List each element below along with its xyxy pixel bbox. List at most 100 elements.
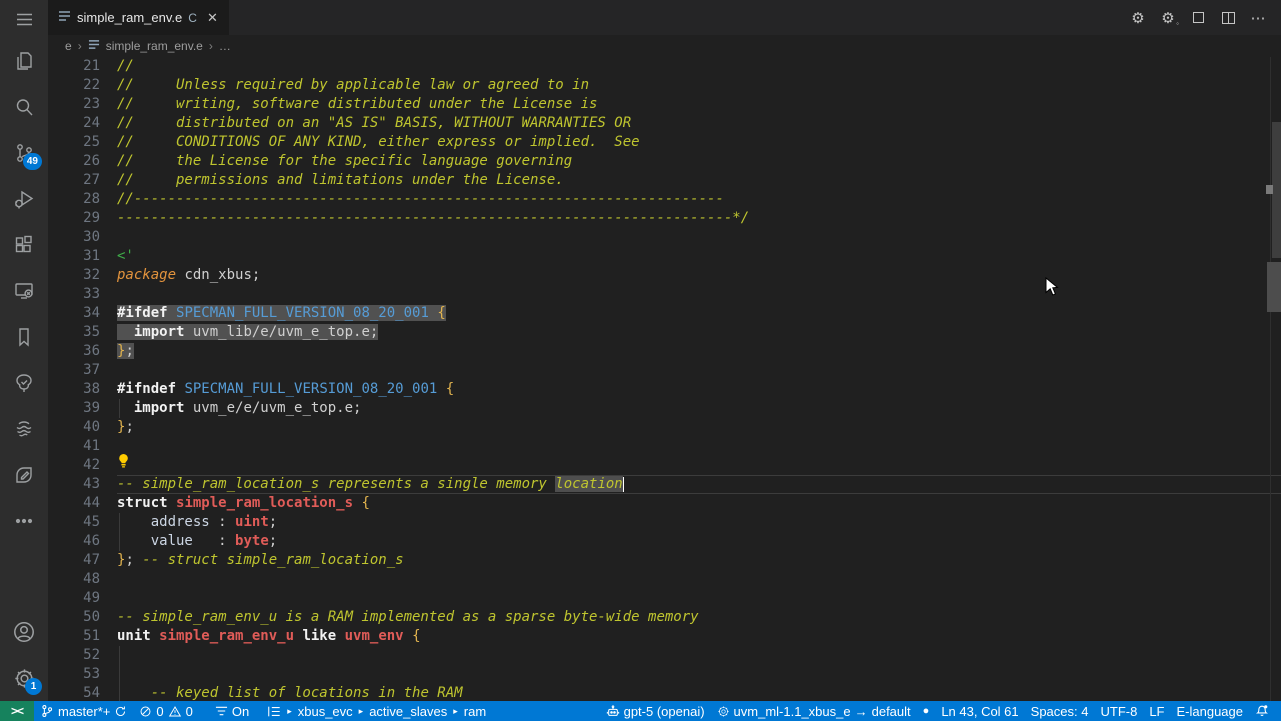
code-line-text[interactable]: // Unless required by applicable law or … bbox=[117, 76, 1281, 95]
more-actions-icon[interactable]: ⋯ bbox=[1249, 9, 1267, 27]
code-line-51[interactable]: 51unit simple_ram_env_u like uvm_env { bbox=[48, 627, 1281, 646]
code-line-24[interactable]: 24// distributed on an "AS IS" BASIS, WI… bbox=[48, 114, 1281, 133]
code-line-text[interactable]: // writing, software distributed under t… bbox=[117, 95, 1281, 114]
code-line-38[interactable]: 38#ifndef SPECMAN_FULL_VERSION_08_20_001… bbox=[48, 380, 1281, 399]
model-item[interactable]: gpt-5 (openai) bbox=[600, 701, 711, 721]
code-line-text[interactable] bbox=[117, 361, 1281, 380]
code-line-49[interactable]: 49 bbox=[48, 589, 1281, 608]
code-line-34[interactable]: 34#ifdef SPECMAN_FULL_VERSION_08_20_001 … bbox=[48, 304, 1281, 323]
source-control-icon[interactable]: 49 bbox=[0, 130, 48, 176]
problems-item[interactable]: 0 0 bbox=[133, 701, 198, 721]
breadcrumb-file[interactable]: simple_ram_env.e bbox=[106, 39, 203, 53]
code-line-text[interactable]: -- keyed list of locations in the RAM bbox=[117, 684, 1281, 701]
code-line-32[interactable]: 32package cdn_xbus; bbox=[48, 266, 1281, 285]
code-line-text[interactable]: struct simple_ram_location_s { bbox=[117, 494, 1281, 513]
code-line-30[interactable]: 30 bbox=[48, 228, 1281, 247]
code-line-50[interactable]: 50-- simple_ram_env_u is a RAM implement… bbox=[48, 608, 1281, 627]
code-line-37[interactable]: 37 bbox=[48, 361, 1281, 380]
cursor-position-item[interactable]: Ln 43, Col 61 bbox=[935, 701, 1024, 721]
settings-gear-icon[interactable]: ⚙ bbox=[1129, 9, 1147, 27]
code-line-45[interactable]: 45 address : uint; bbox=[48, 513, 1281, 532]
code-line-text[interactable] bbox=[117, 437, 1281, 456]
remote-explorer-icon[interactable] bbox=[0, 268, 48, 314]
notifications-bell-icon[interactable] bbox=[1249, 701, 1275, 721]
language-mode-item[interactable]: E-language bbox=[1171, 701, 1250, 721]
code-line-25[interactable]: 25// CONDITIONS OF ANY KIND, either expr… bbox=[48, 133, 1281, 152]
code-line-text[interactable]: <' bbox=[117, 247, 1281, 266]
breadcrumb-folder[interactable]: e bbox=[65, 39, 72, 53]
code-line-47[interactable]: 47}; -- struct simple_ram_location_s bbox=[48, 551, 1281, 570]
menu-icon[interactable] bbox=[0, 0, 48, 38]
search-icon[interactable] bbox=[0, 84, 48, 130]
code-line-27[interactable]: 27// permissions and limitations under t… bbox=[48, 171, 1281, 190]
code-line-text[interactable]: }; -- struct simple_ram_location_s bbox=[117, 551, 1281, 570]
editor[interactable]: 21//22// Unless required by applicable l… bbox=[48, 57, 1281, 701]
code-line-54[interactable]: 54 -- keyed list of locations in the RAM bbox=[48, 684, 1281, 701]
code-line-31[interactable]: 31<' bbox=[48, 247, 1281, 266]
record-dot-icon[interactable]: ● bbox=[917, 701, 936, 721]
code-line-22[interactable]: 22// Unless required by applicable law o… bbox=[48, 76, 1281, 95]
code-line-46[interactable]: 46 value : byte; bbox=[48, 532, 1281, 551]
code-line-26[interactable]: 26// the License for the specific langua… bbox=[48, 152, 1281, 171]
code-line-text[interactable]: -- simple_ram_env_u is a RAM implemented… bbox=[117, 608, 1281, 627]
more-views-icon[interactable] bbox=[0, 498, 48, 544]
code-line-text[interactable]: value : byte; bbox=[117, 532, 1281, 551]
scrollbar-thumb[interactable] bbox=[1267, 262, 1281, 312]
hierarchy-item[interactable]: ▸ xbus_evc ▸ active_slaves ▸ ram bbox=[261, 701, 492, 721]
code-line-text[interactable] bbox=[117, 570, 1281, 589]
code-line-52[interactable]: 52 bbox=[48, 646, 1281, 665]
code-line-text[interactable]: // CONDITIONS OF ANY KIND, either expres… bbox=[117, 133, 1281, 152]
wave-circle-icon[interactable] bbox=[0, 406, 48, 452]
encoding-item[interactable]: UTF-8 bbox=[1094, 701, 1143, 721]
breadcrumb-symbol-more[interactable]: … bbox=[219, 39, 231, 53]
code-line-40[interactable]: 40}; bbox=[48, 418, 1281, 437]
tree-check-icon[interactable] bbox=[0, 360, 48, 406]
code-line-text[interactable]: // distributed on an "AS IS" BASIS, WITH… bbox=[117, 114, 1281, 133]
journal-icon[interactable] bbox=[0, 452, 48, 498]
config-item[interactable]: uvm_ml-1.1_xbus_e → default bbox=[711, 701, 917, 721]
code-line-text[interactable]: #ifdef SPECMAN_FULL_VERSION_08_20_001 { bbox=[117, 304, 1281, 323]
git-branch-item[interactable]: master*+ bbox=[34, 701, 133, 721]
code-line-41[interactable]: 41 bbox=[48, 437, 1281, 456]
code-line-text[interactable] bbox=[117, 285, 1281, 304]
code-line-text[interactable]: }; bbox=[117, 342, 1281, 361]
code-line-text[interactable]: address : uint; bbox=[117, 513, 1281, 532]
remote-indicator[interactable]: >< bbox=[0, 701, 34, 721]
account-icon[interactable] bbox=[0, 609, 48, 655]
explorer-icon[interactable] bbox=[0, 38, 48, 84]
settings-gear-icon[interactable]: 1 bbox=[0, 655, 48, 701]
code-line-text[interactable] bbox=[117, 228, 1281, 247]
lightbulb-icon[interactable] bbox=[117, 453, 130, 475]
code-line-33[interactable]: 33 bbox=[48, 285, 1281, 304]
code-line-21[interactable]: 21// bbox=[48, 57, 1281, 76]
code-line-36[interactable]: 36}; bbox=[48, 342, 1281, 361]
eol-item[interactable]: LF bbox=[1143, 701, 1170, 721]
layout-square-icon[interactable] bbox=[1189, 9, 1207, 27]
code-line-text[interactable]: }; bbox=[117, 418, 1281, 437]
extension-gear-icon[interactable]: ⚙◦ bbox=[1159, 9, 1177, 27]
code-line-text[interactable]: //--------------------------------------… bbox=[117, 190, 1281, 209]
code-line-text[interactable]: import uvm_e/e/uvm_e_top.e; bbox=[117, 399, 1281, 418]
code-line-53[interactable]: 53 bbox=[48, 665, 1281, 684]
tab-simple-ram-env[interactable]: simple_ram_env.e C ✕ bbox=[48, 0, 229, 35]
bookmarks-icon[interactable] bbox=[0, 314, 48, 360]
code-line-text[interactable]: package cdn_xbus; bbox=[117, 266, 1281, 285]
code-line-43[interactable]: 43-- simple_ram_location_s represents a … bbox=[48, 475, 1281, 494]
code-line-text[interactable]: -- simple_ram_location_s represents a si… bbox=[117, 475, 1281, 494]
code-line-42[interactable]: 42 bbox=[48, 456, 1281, 475]
code-line-text[interactable]: // bbox=[117, 57, 1281, 76]
code-line-text[interactable] bbox=[117, 456, 1281, 475]
code-line-text[interactable] bbox=[117, 665, 1281, 684]
code-line-text[interactable]: import uvm_lib/e/uvm_e_top.e; bbox=[117, 323, 1281, 342]
code-line-text[interactable]: unit simple_ram_env_u like uvm_env { bbox=[117, 627, 1281, 646]
split-editor-icon[interactable] bbox=[1219, 9, 1237, 27]
extensions-icon[interactable] bbox=[0, 222, 48, 268]
code-line-48[interactable]: 48 bbox=[48, 570, 1281, 589]
code-line-text[interactable]: ----------------------------------------… bbox=[117, 209, 1281, 228]
code-line-text[interactable]: // the License for the specific language… bbox=[117, 152, 1281, 171]
indentation-item[interactable]: Spaces: 4 bbox=[1025, 701, 1095, 721]
code-line-text[interactable]: // permissions and limitations under the… bbox=[117, 171, 1281, 190]
code-line-39[interactable]: 39 import uvm_e/e/uvm_e_top.e; bbox=[48, 399, 1281, 418]
filter-toggle-item[interactable]: On bbox=[209, 701, 255, 721]
code-line-28[interactable]: 28//------------------------------------… bbox=[48, 190, 1281, 209]
